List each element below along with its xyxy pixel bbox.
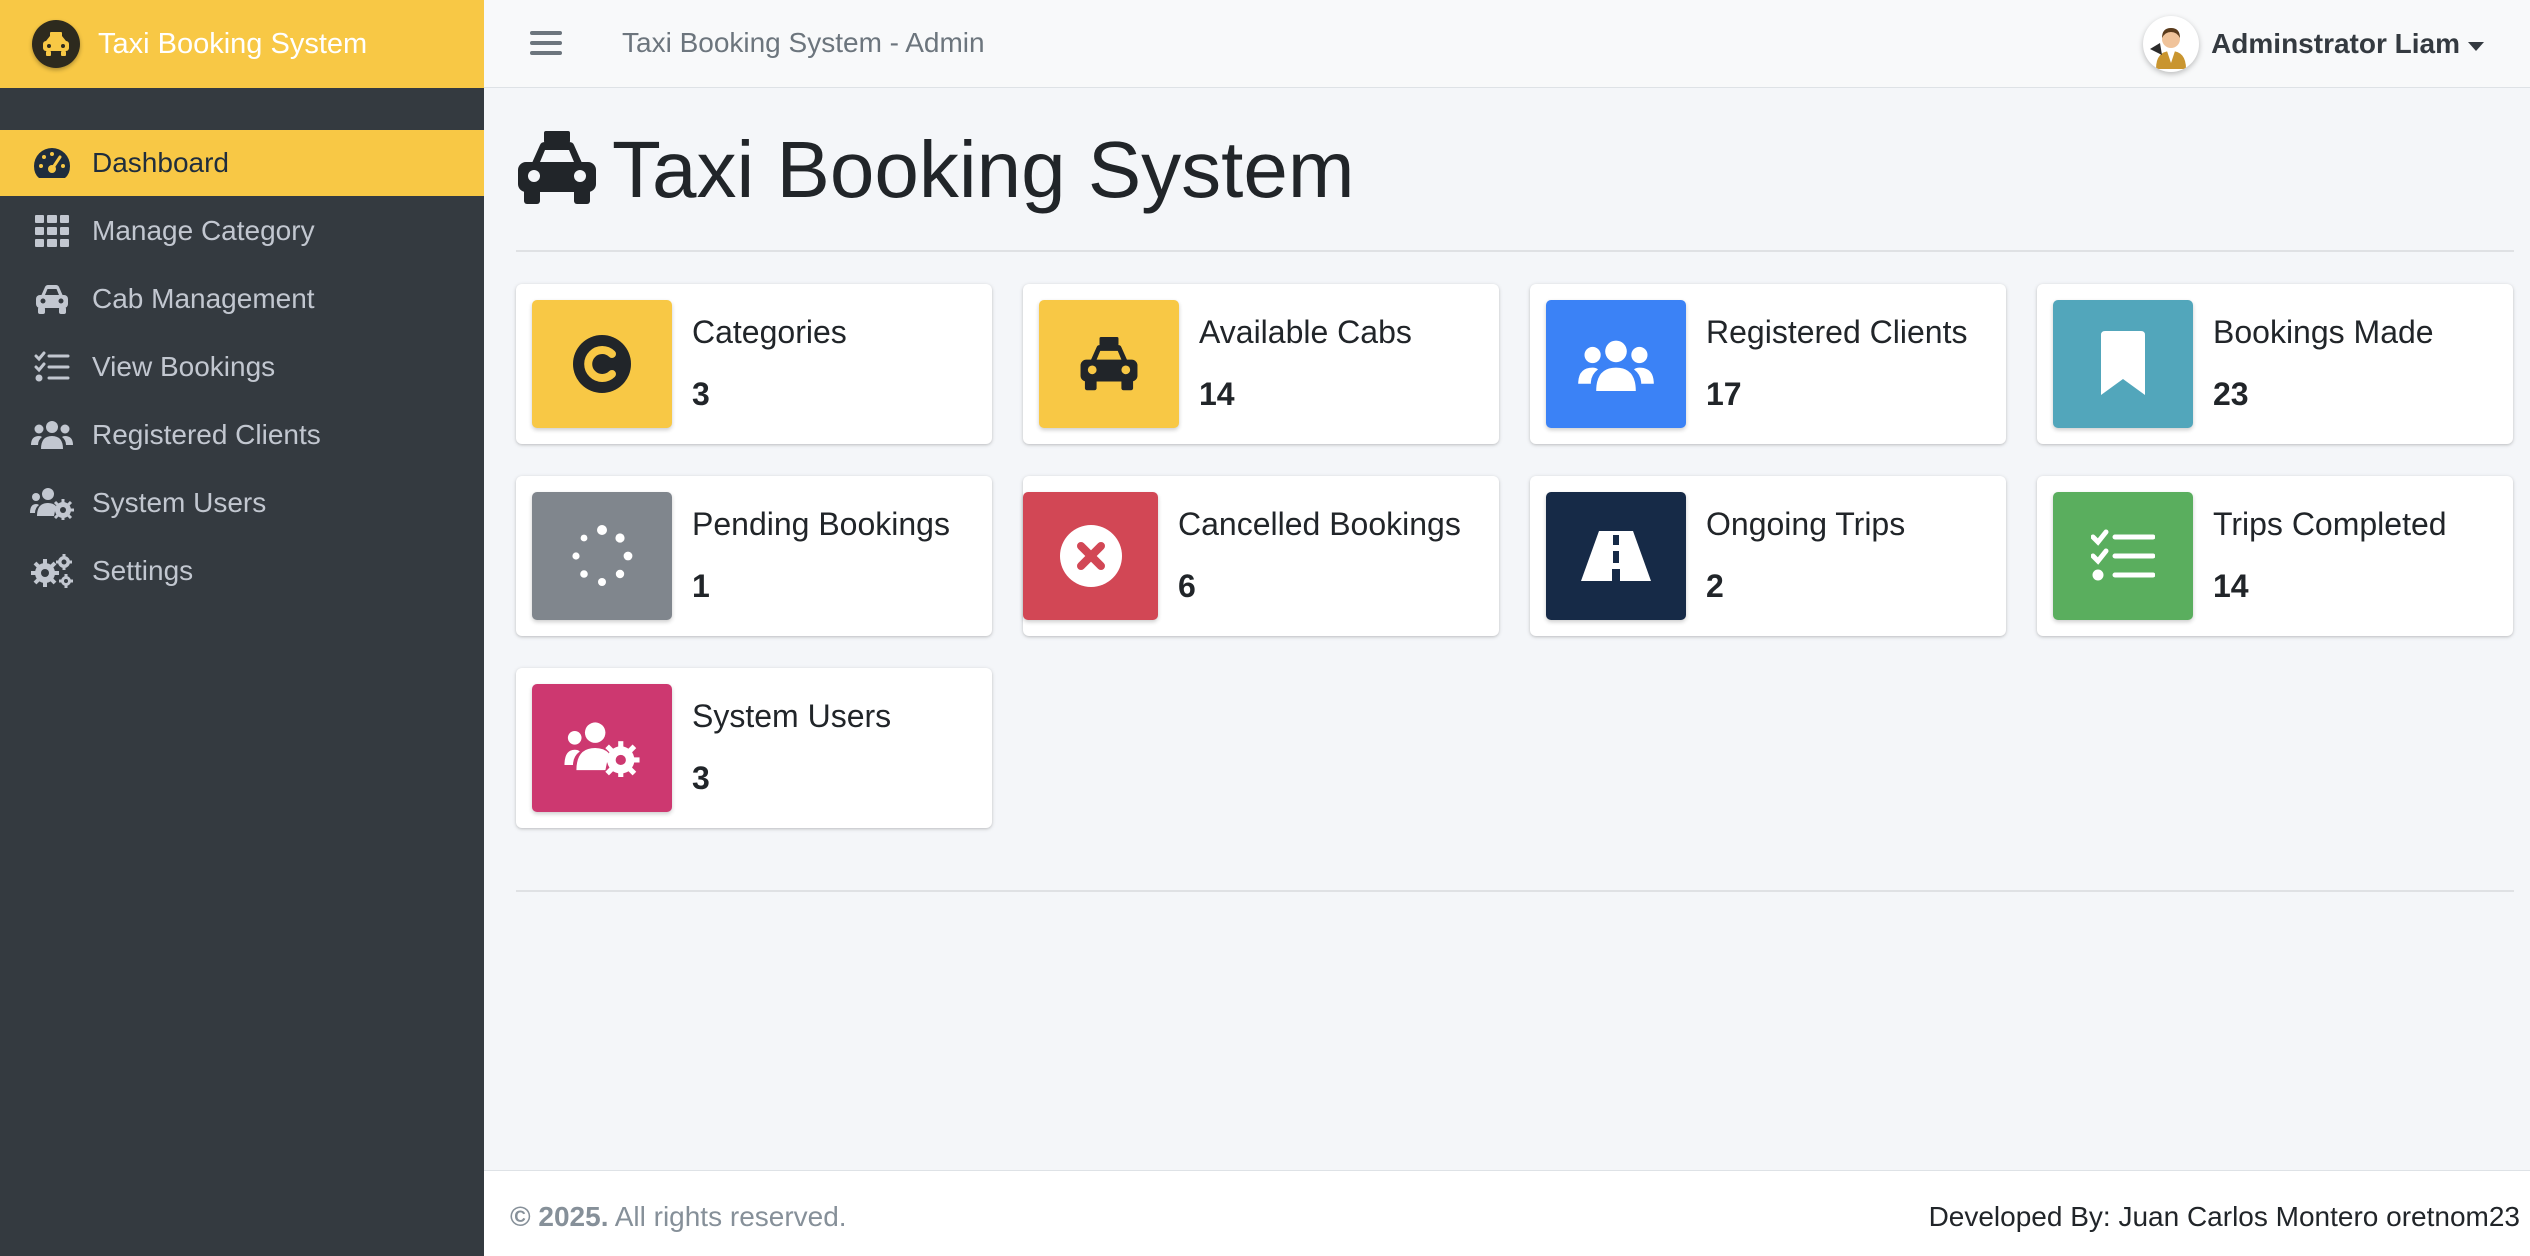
grid-icon [30,209,74,253]
checklist-icon [2053,492,2193,620]
footer-developer: Developed By: Juan Carlos Montero oretno… [1928,1201,2520,1232]
users-cog-icon [532,684,672,812]
copyright-icon [532,300,672,428]
footer-copyright: © 2025. All rights reserved. [510,1201,847,1233]
brand-link[interactable]: Taxi Booking System [0,0,484,88]
brand-title: Taxi Booking System [98,27,368,60]
hamburger-menu-icon[interactable] [530,28,562,58]
taxi-icon [1039,300,1179,428]
cogs-icon [30,549,74,593]
info-box-available-cabs[interactable]: Available Cabs 14 [1023,284,1499,444]
info-box-label: System Users [692,698,892,734]
info-box-number: 3 [692,760,710,796]
sidebar-item-system-users[interactable]: System Users [0,470,484,536]
sidebar-item-label: Manage Category [92,215,315,246]
sidebar-item-settings[interactable]: Settings [0,538,484,604]
info-box-ongoing-trips[interactable]: Ongoing Trips 2 [1530,476,2006,636]
info-box-label: Bookings Made [2213,314,2434,350]
info-box-number: 6 [1178,568,1196,604]
info-box-number: 1 [692,568,710,604]
info-box-system-users[interactable]: System Users 3 [516,668,992,828]
bookmark-icon [2053,300,2193,428]
info-box-label: Available Cabs [1199,314,1412,350]
info-box-pending-bookings[interactable]: Pending Bookings 1 [516,476,992,636]
taxi-icon [516,130,598,210]
info-box-label: Ongoing Trips [1706,506,1906,542]
info-box-number: 23 [2213,376,2249,412]
page-heading: Taxi Booking System [612,125,1355,214]
sidebar-item-dashboard[interactable]: Dashboard [0,130,484,196]
sidebar-item-label: Cab Management [92,283,315,314]
road-icon [1546,492,1686,620]
sidebar-item-registered-clients[interactable]: Registered Clients [0,402,484,468]
info-box-label: Registered Clients [1706,314,1968,350]
caret-down-icon [2468,41,2484,51]
info-box-trips-completed[interactable]: Trips Completed 14 [2037,476,2513,636]
navbar-title: Taxi Booking System - Admin [622,27,985,58]
footer: © 2025. All rights reserved. Developed B… [484,1170,2530,1256]
info-box-cancelled-bookings[interactable]: Cancelled Bookings 6 [1023,476,1499,636]
times-circle-icon [1023,492,1158,620]
sidebar-item-manage-category[interactable]: Manage Category [0,198,484,264]
sidebar: Taxi Booking System Dashboard Manage Cat… [0,0,484,1256]
user-menu-dropdown[interactable]: Adminstrator Liam [2143,16,2484,72]
divider [516,890,2514,892]
info-box-number: 2 [1706,568,1724,604]
info-box-registered-clients[interactable]: Registered Clients 17 [1530,284,2006,444]
tasks-icon [30,345,74,389]
sidebar-item-label: Registered Clients [92,419,321,450]
tachometer-icon [30,141,74,185]
info-box-number: 3 [692,376,710,412]
taxi-logo-icon [32,20,80,68]
sidebar-item-label: Dashboard [92,147,229,178]
info-box-number: 17 [1706,376,1742,412]
user-name: Adminstrator Liam [2211,28,2460,59]
avatar [2143,16,2200,72]
users-cog-icon [30,481,74,525]
spinner-icon [532,492,672,620]
car-icon [30,277,74,321]
info-box-label: Trips Completed [2213,506,2447,542]
sidebar-item-label: System Users [92,487,267,518]
top-navbar: Taxi Booking System - Admin Adminstrator… [484,0,2530,88]
info-box-number: 14 [1199,376,1235,412]
sidebar-nav: Dashboard Manage Category Cab Management… [0,130,484,604]
info-box-label: Pending Bookings [692,506,950,542]
users-icon [30,413,74,457]
users-icon [1546,300,1686,428]
sidebar-item-label: Settings [92,555,194,586]
info-box-label: Cancelled Bookings [1178,506,1461,542]
rights-text: All rights reserved. [614,1201,847,1232]
copyright-year: © 2025. [510,1201,609,1232]
sidebar-item-view-bookings[interactable]: View Bookings [0,334,484,400]
sidebar-item-label: View Bookings [92,351,276,382]
info-box-categories[interactable]: Categories 3 [516,284,992,444]
info-box-bookings-made[interactable]: Bookings Made 23 [2037,284,2513,444]
page-title: Taxi Booking System [516,124,1355,216]
info-box-label: Categories [692,314,847,350]
divider [516,250,2514,252]
info-box-number: 14 [2213,568,2249,604]
sidebar-item-cab-management[interactable]: Cab Management [0,266,484,332]
